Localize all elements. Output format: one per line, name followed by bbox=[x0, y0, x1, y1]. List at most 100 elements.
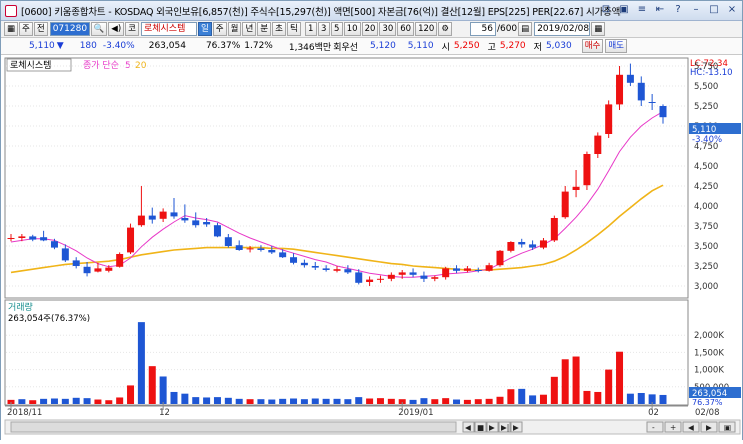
volume-bar bbox=[463, 399, 471, 404]
volume-bar bbox=[550, 376, 558, 404]
candle-body bbox=[61, 248, 69, 261]
prev-value: 5,120 bbox=[370, 41, 396, 51]
y-tick-label: 3,250 bbox=[694, 262, 718, 272]
sound-icon[interactable]: ◀) bbox=[108, 22, 125, 36]
period-minute[interactable]: 분 bbox=[257, 22, 272, 36]
candle-body bbox=[355, 272, 363, 283]
interval-20[interactable]: 20 bbox=[361, 22, 379, 36]
change-percent: -3.40% bbox=[102, 41, 135, 51]
y-tick-label: 3,000 bbox=[694, 282, 718, 292]
prev-button[interactable]: 전 bbox=[33, 22, 48, 36]
period-day[interactable]: 일 bbox=[197, 22, 212, 36]
interval-1[interactable]: 1 bbox=[304, 22, 317, 36]
volume-bar bbox=[594, 391, 602, 404]
candle-body bbox=[583, 154, 591, 186]
candle-body bbox=[246, 248, 254, 250]
maximize-icon[interactable]: □ bbox=[708, 4, 720, 16]
candle-body bbox=[387, 274, 395, 279]
candle-body bbox=[40, 237, 48, 241]
volume-bar bbox=[213, 397, 221, 404]
volume-bar bbox=[279, 398, 287, 404]
pin-icon[interactable]: ⇤ bbox=[654, 4, 666, 16]
market-button[interactable]: 코 bbox=[125, 22, 139, 36]
interval-10[interactable]: 10 bbox=[343, 22, 361, 36]
candle-body bbox=[605, 104, 613, 134]
help-icon[interactable]: ? bbox=[672, 4, 684, 16]
period-year[interactable]: 년 bbox=[242, 22, 257, 36]
volume-bar bbox=[322, 398, 330, 404]
candle-body bbox=[213, 225, 221, 237]
calendar-icon[interactable]: ▦ bbox=[591, 22, 606, 36]
volume-bar bbox=[61, 398, 69, 404]
candle-body bbox=[463, 268, 471, 271]
volume-tick-label: 2,000K bbox=[694, 331, 724, 341]
volume-bar bbox=[268, 399, 276, 404]
y-tick-label: 5,250 bbox=[694, 102, 718, 112]
volume-bar bbox=[159, 376, 167, 404]
date-input[interactable]: 2019/02/08 bbox=[534, 22, 591, 36]
volume-bar bbox=[257, 399, 265, 404]
stock-code-input[interactable]: 071280 bbox=[49, 22, 90, 36]
open-price: 5,250 bbox=[453, 41, 480, 51]
candlestick-chart[interactable]: 로체시스템 종가 단순 5 20 LC:72.34 HC:-13.10 5,75… bbox=[1, 56, 742, 441]
stock-name-field: 로체시스템 bbox=[140, 22, 197, 36]
layout-icon[interactable]: ⊡ bbox=[600, 4, 612, 16]
volume-tick-label: 1,000K bbox=[694, 366, 724, 376]
volume-value: 263,054 bbox=[148, 41, 186, 51]
y-tick-label: 4,250 bbox=[694, 182, 718, 192]
volume-bar bbox=[94, 399, 102, 404]
interval-30[interactable]: 30 bbox=[379, 22, 397, 36]
interval-60[interactable]: 60 bbox=[397, 22, 415, 36]
trade-amount: 1,346백만 bbox=[288, 42, 332, 53]
period-tick[interactable]: 틱 bbox=[286, 22, 301, 36]
volume-bar bbox=[300, 399, 308, 404]
volume-bar bbox=[72, 397, 80, 404]
candle-body bbox=[50, 241, 58, 248]
interval-5[interactable]: 5 bbox=[330, 22, 343, 36]
candle-body bbox=[431, 277, 439, 279]
window-title: [0600] 키움종합차트 - KOSDAQ 외국인보유[6,857(천)] 주… bbox=[21, 6, 621, 18]
candle-body bbox=[127, 227, 135, 253]
menu-icon[interactable]: ≡ bbox=[636, 4, 648, 16]
period-week[interactable]: 주 bbox=[212, 22, 227, 36]
count-input[interactable]: 56 bbox=[469, 22, 496, 36]
volume-bar bbox=[507, 389, 515, 404]
period-select[interactable]: 주 bbox=[19, 22, 33, 36]
volume-bar bbox=[431, 399, 439, 404]
candle-body bbox=[257, 248, 265, 250]
scroll-button-icon: ▶| bbox=[501, 423, 509, 432]
period-month[interactable]: 월 bbox=[227, 22, 242, 36]
candle-body bbox=[507, 242, 515, 251]
candle-body bbox=[203, 222, 211, 225]
close-icon[interactable]: × bbox=[726, 4, 738, 16]
chart-area[interactable]: 로체시스템 종가 단순 5 20 LC:72.34 HC:-13.10 5,75… bbox=[1, 56, 742, 441]
candle-body bbox=[442, 268, 450, 278]
zoom-button-icon: ▣ bbox=[724, 423, 731, 432]
volume-bar bbox=[376, 398, 384, 404]
interval-3[interactable]: 3 bbox=[317, 22, 330, 36]
volume-bar bbox=[539, 394, 547, 404]
volume-bar bbox=[561, 359, 569, 404]
candle-body bbox=[279, 252, 287, 258]
volume-bar bbox=[409, 399, 417, 404]
buy-button[interactable]: 매수 bbox=[581, 39, 604, 53]
lookup-icon[interactable]: ▤ bbox=[518, 22, 533, 36]
volume-bar bbox=[311, 398, 319, 404]
sell-button[interactable]: 매도 bbox=[605, 39, 627, 53]
search-icon[interactable]: 🔍 bbox=[90, 22, 108, 36]
candle-body bbox=[268, 250, 276, 253]
period-second[interactable]: 초 bbox=[272, 22, 286, 36]
volume-bar bbox=[127, 385, 135, 404]
minimize-icon[interactable]: – bbox=[690, 4, 702, 16]
y-tick-label: 3,750 bbox=[694, 222, 718, 232]
volume-legend: 263,054주(76.37%) bbox=[8, 314, 90, 324]
grid-icon[interactable]: ▦ bbox=[4, 22, 19, 36]
candle-body bbox=[72, 260, 80, 266]
preferred-label: 회우선 bbox=[333, 42, 359, 53]
candle-body bbox=[322, 268, 330, 270]
settings-icon[interactable]: ⚙ bbox=[438, 22, 452, 36]
screen-icon[interactable]: ▣ bbox=[618, 4, 630, 16]
interval-120[interactable]: 120 bbox=[415, 22, 438, 36]
legend-ma-label: 종가 단순 bbox=[83, 60, 119, 71]
candle-body bbox=[376, 278, 384, 280]
